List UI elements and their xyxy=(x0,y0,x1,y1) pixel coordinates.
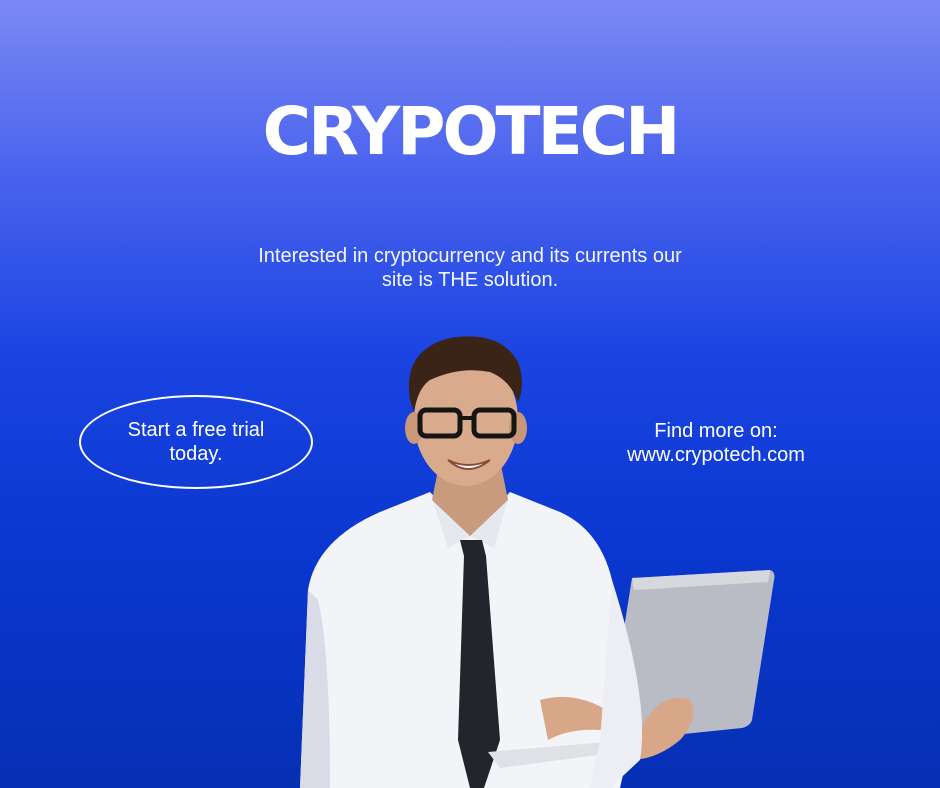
person-with-laptop-image xyxy=(300,336,775,788)
